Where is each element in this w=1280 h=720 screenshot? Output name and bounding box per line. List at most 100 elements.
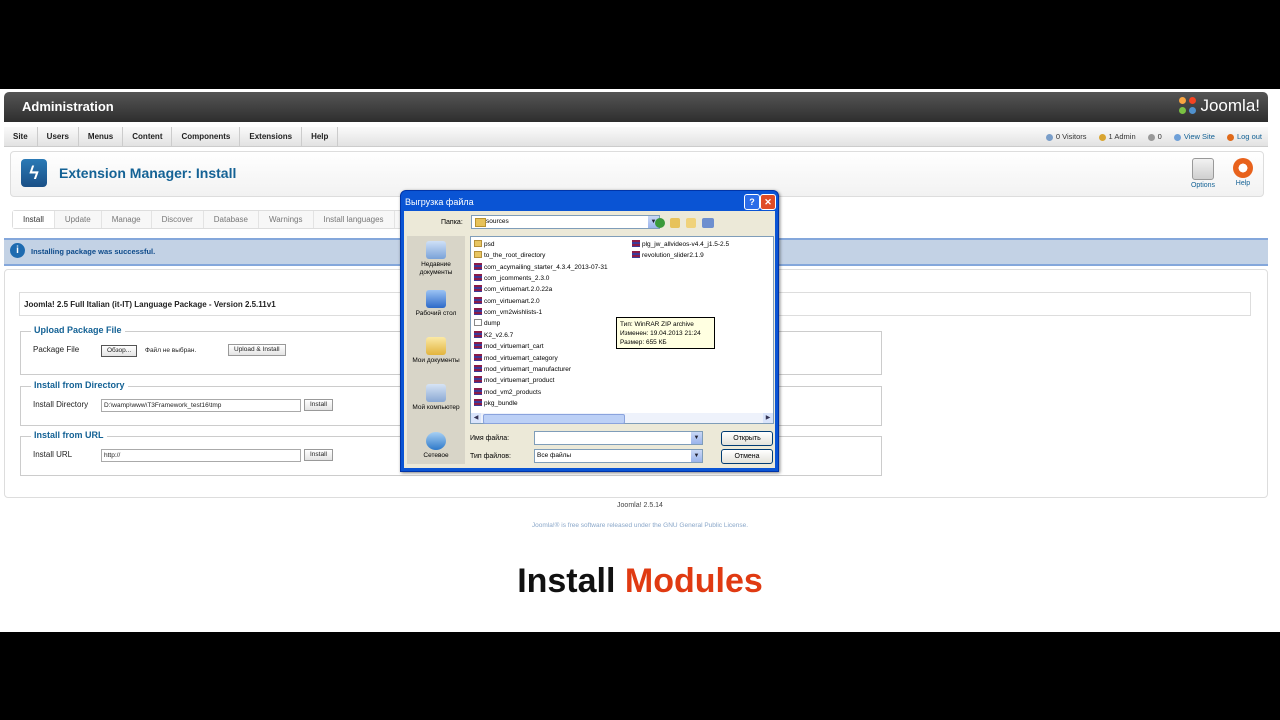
place-recent[interactable]: Недавние документы bbox=[407, 241, 465, 277]
info-icon: i bbox=[10, 243, 25, 258]
scrollbar-thumb[interactable] bbox=[483, 414, 625, 424]
place-my-computer[interactable]: Мой компьютер bbox=[407, 384, 465, 412]
admin-status: 1 Admin bbox=[1098, 127, 1136, 146]
file-item[interactable]: mod_virtuemart_manufacturer bbox=[474, 364, 571, 374]
file-upload-dialog: Выгрузка файла ? ✕ Папка: sources ▼ Неда… bbox=[400, 190, 779, 472]
file-item[interactable]: mod_virtuemart_product bbox=[474, 376, 554, 385]
scroll-left-icon[interactable]: ◀ bbox=[471, 413, 481, 423]
tab-install-languages[interactable]: Install languages bbox=[314, 211, 395, 228]
view-site-link[interactable]: View Site bbox=[1173, 127, 1215, 146]
dialog-title: Выгрузка файла bbox=[405, 197, 474, 207]
help-title-button[interactable]: ? bbox=[744, 194, 760, 210]
no-file-text: Файл не выбран. bbox=[145, 347, 197, 354]
file-list[interactable]: psd to_the_root_directory com_acymailing_s… bbox=[470, 236, 774, 424]
file-item[interactable]: mod_virtuemart_category bbox=[474, 353, 558, 363]
horizontal-scrollbar[interactable]: ◀ ▶ bbox=[471, 413, 773, 424]
caption-part1: Install bbox=[517, 562, 616, 600]
file-item[interactable]: com_jcomments_2.3.0 bbox=[474, 274, 549, 283]
file-tooltip: Тип: WinRAR ZIP archive Изменен: 19.04.2… bbox=[616, 317, 715, 349]
admin-menubar: Site Users Menus Content Components Exte… bbox=[4, 127, 1268, 147]
options-button[interactable]: Options bbox=[1185, 158, 1221, 189]
chevron-down-icon[interactable]: ▼ bbox=[691, 432, 702, 444]
close-icon[interactable]: ✕ bbox=[760, 194, 776, 210]
file-item[interactable]: com_virtuemart.2.0.22a bbox=[474, 285, 552, 294]
install-url-button[interactable]: Install bbox=[304, 449, 333, 461]
menu-components[interactable]: Components bbox=[172, 127, 241, 146]
install-url-input[interactable]: http:// bbox=[101, 449, 301, 462]
tab-update[interactable]: Update bbox=[55, 211, 102, 228]
menu-content[interactable]: Content bbox=[123, 127, 173, 146]
menu-users[interactable]: Users bbox=[38, 127, 79, 146]
filename-input[interactable]: ▼ bbox=[534, 431, 703, 445]
archive-icon bbox=[474, 364, 482, 372]
archive-icon bbox=[474, 296, 482, 304]
joomla-logo-icon bbox=[1179, 97, 1197, 115]
tab-discover[interactable]: Discover bbox=[152, 211, 204, 228]
view-site-icon bbox=[1173, 133, 1181, 141]
new-folder-icon[interactable] bbox=[686, 218, 696, 228]
tab-warnings[interactable]: Warnings bbox=[259, 211, 314, 228]
open-button[interactable]: Открыть bbox=[721, 431, 773, 446]
mail-icon bbox=[1147, 133, 1155, 141]
archive-icon bbox=[474, 308, 482, 316]
back-icon[interactable] bbox=[655, 218, 665, 228]
upload-legend: Upload Package File bbox=[31, 325, 125, 335]
scroll-right-icon[interactable]: ▶ bbox=[763, 413, 773, 423]
install-url-label: Install URL bbox=[33, 450, 73, 459]
caption-part2: Modules bbox=[624, 562, 763, 600]
view-menu-icon[interactable] bbox=[702, 218, 714, 228]
archive-icon bbox=[632, 251, 640, 259]
help-button[interactable]: Help bbox=[1225, 158, 1261, 187]
directory-legend: Install from Directory bbox=[31, 380, 128, 390]
archive-icon bbox=[474, 353, 482, 361]
cancel-button[interactable]: Отмена bbox=[721, 449, 773, 464]
menu-site[interactable]: Site bbox=[4, 127, 38, 146]
logout-link[interactable]: Log out bbox=[1226, 127, 1262, 146]
file-item[interactable]: pkg_bundle bbox=[474, 398, 518, 408]
browse-button[interactable]: Обзор... bbox=[101, 345, 138, 357]
menu-menus[interactable]: Menus bbox=[79, 127, 124, 146]
lookin-select[interactable]: sources ▼ bbox=[471, 215, 660, 229]
admin-header: Administration Joomla! bbox=[4, 92, 1268, 122]
archive-icon bbox=[474, 342, 482, 350]
up-folder-icon[interactable] bbox=[670, 218, 680, 228]
place-network[interactable]: Сетевое bbox=[407, 432, 465, 460]
file-item[interactable]: revolution_slider2.1.9 bbox=[632, 251, 704, 260]
tab-database[interactable]: Database bbox=[204, 211, 259, 228]
file-item[interactable]: dump bbox=[474, 319, 500, 328]
places-bar: Недавние документы Рабочий стол Мои доку… bbox=[407, 236, 465, 464]
archive-icon bbox=[632, 240, 640, 247]
package-name: Joomla! 2.5 Full Italian (it-IT) Languag… bbox=[24, 300, 276, 309]
place-desktop[interactable]: Рабочий стол bbox=[407, 290, 465, 318]
joomla-logo: Joomla! bbox=[1179, 96, 1260, 116]
filetype-select[interactable]: Все файлы ▼ bbox=[534, 449, 703, 463]
my-computer-icon bbox=[426, 384, 446, 402]
install-directory-button[interactable]: Install bbox=[304, 399, 333, 411]
file-item[interactable]: mod_vm2_products bbox=[474, 387, 541, 397]
my-documents-icon bbox=[426, 337, 446, 355]
file-item[interactable]: to_the_root_directory bbox=[474, 251, 545, 260]
file-item[interactable]: psd bbox=[474, 240, 494, 249]
file-item[interactable]: com_vm2wishlists-1 bbox=[474, 308, 542, 317]
file-item[interactable]: K2_v2.6.7 bbox=[474, 330, 513, 340]
file-item[interactable]: com_acymailing_starter_4.3.4_2013-07-31 bbox=[474, 262, 608, 272]
menu-extensions[interactable]: Extensions bbox=[240, 127, 303, 146]
file-item[interactable]: mod_virtuemart_cart bbox=[474, 342, 544, 351]
file-item[interactable]: plg_jw_allvideos-v4.4_j1.5-2.5 bbox=[632, 240, 729, 249]
file-item[interactable]: com_virtuemart.2.0 bbox=[474, 296, 540, 306]
tab-manage[interactable]: Manage bbox=[102, 211, 152, 228]
archive-icon bbox=[474, 274, 482, 282]
filetype-label: Тип файлов: bbox=[470, 453, 511, 460]
install-directory-input[interactable]: D:\wamp\www\T3Framework_test16\tmp bbox=[101, 399, 301, 412]
chevron-down-icon[interactable]: ▼ bbox=[691, 450, 702, 462]
desktop-icon bbox=[426, 290, 446, 308]
upload-install-button[interactable]: Upload & Install bbox=[228, 344, 286, 356]
archive-icon bbox=[474, 262, 482, 270]
menu-help[interactable]: Help bbox=[302, 127, 339, 146]
place-my-documents[interactable]: Мои документы bbox=[407, 337, 465, 365]
archive-icon bbox=[474, 387, 482, 395]
package-file-label: Package File bbox=[33, 345, 80, 354]
messages-status[interactable]: 0 bbox=[1147, 127, 1162, 146]
folder-icon bbox=[474, 240, 482, 247]
tab-install[interactable]: Install bbox=[13, 211, 55, 228]
